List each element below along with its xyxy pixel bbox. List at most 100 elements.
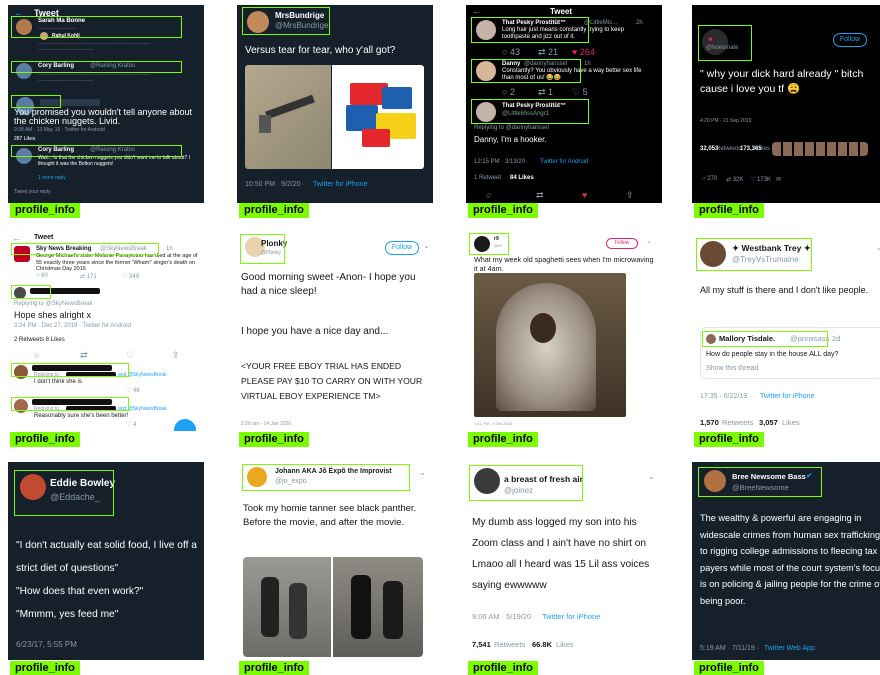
client-link[interactable]: Twitter for iPhone bbox=[760, 393, 814, 400]
like-count[interactable]: ♡ 4 bbox=[126, 421, 136, 428]
follow-button[interactable]: Follow bbox=[385, 241, 419, 255]
profile-highlight bbox=[698, 467, 822, 497]
like-icon[interactable]: ♡ bbox=[126, 350, 134, 361]
likes-label: Likes bbox=[756, 146, 771, 152]
profile-info-label: profile_info bbox=[468, 432, 538, 447]
likes-count[interactable]: 66.8K bbox=[532, 640, 552, 649]
reply-count[interactable]: ○ 43 bbox=[502, 47, 520, 57]
chevron-down-icon[interactable]: ⌄ bbox=[423, 241, 430, 250]
reply-text: Reasonably sure she's been better! bbox=[34, 413, 129, 419]
chevron-down-icon[interactable]: ⌄ bbox=[646, 237, 652, 245]
profile-highlight bbox=[11, 243, 159, 255]
profile-info-label: profile_info bbox=[10, 661, 80, 675]
quote-line-2: "How does that even work?" bbox=[16, 586, 144, 597]
likes-label: Likes bbox=[782, 418, 800, 427]
retweets-count[interactable]: 7,541 bbox=[472, 640, 491, 649]
chevron-down-icon[interactable]: ⌄ bbox=[648, 472, 655, 481]
page-header: Tweet bbox=[34, 234, 54, 241]
tweet-card-2: MrsBundrige @MrsBundrige Versus tear for… bbox=[237, 5, 433, 203]
retweet-like-stats[interactable]: 2 Retweets 8 Likes bbox=[14, 337, 65, 343]
retweet-count[interactable]: ⇄ 171 bbox=[80, 273, 97, 280]
show-more-link[interactable]: 1 more reply bbox=[38, 175, 66, 181]
share-icon[interactable]: ⇪ bbox=[626, 190, 634, 201]
like-count[interactable]: ♡ 5 bbox=[572, 87, 588, 98]
retweets-count[interactable]: 1 Retweet bbox=[474, 175, 501, 181]
quoted-text: How do people stay in the house ALL day? bbox=[706, 351, 839, 358]
likes-count[interactable]: 287 Likes bbox=[14, 136, 35, 142]
retweet-icon[interactable]: ⇄ bbox=[536, 190, 544, 201]
profile-info-label: profile_info bbox=[10, 203, 80, 218]
like-count[interactable]: ♥ 264 bbox=[572, 47, 595, 57]
replying-to[interactable]: Replying to @SkyNewsBreak bbox=[14, 301, 92, 307]
show-thread-link[interactable]: Show this thread bbox=[706, 365, 758, 372]
likes-count[interactable]: 84 Likes bbox=[510, 175, 534, 181]
profile-info-label: profile_info bbox=[694, 203, 764, 218]
like-count[interactable]: ♡ 173K bbox=[750, 176, 771, 183]
tweet-card-9: Eddie Bowley @Eddache_ "I don't actually… bbox=[8, 462, 204, 660]
tweet-card-7: r9 @r9 Follow ⌄ What my week old spaghet… bbox=[466, 233, 662, 431]
page-header: Tweet bbox=[550, 7, 573, 16]
reply-count[interactable]: ○ 60 bbox=[36, 273, 48, 279]
follow-button[interactable]: Follow bbox=[606, 238, 638, 249]
reply-count[interactable]: ○ 2 bbox=[502, 87, 515, 97]
chevron-down-icon[interactable]: ⌄ bbox=[876, 243, 880, 252]
reply-text: I don't think she is bbox=[34, 379, 82, 385]
retweet-count[interactable]: ⇄ 21 bbox=[538, 47, 558, 58]
message-icon[interactable]: ✉ bbox=[776, 176, 781, 183]
tweet-paragraph-1: Good morning sweet -Anon- I hope you had… bbox=[241, 272, 416, 297]
profile-highlight bbox=[11, 95, 61, 108]
tweet-age: 1h bbox=[166, 246, 173, 252]
profile-highlight bbox=[14, 470, 114, 516]
tweet-text: What my week old spaghetti sees when I'm… bbox=[474, 255, 654, 273]
tweet-timestamp: 4:20 PM - 21 Sep 2019 bbox=[700, 118, 752, 124]
reply-count[interactable]: ○ 270 bbox=[702, 176, 717, 182]
like-count[interactable]: ♡ 349 bbox=[122, 273, 139, 280]
tweet-card-12: Bree Newsome Bass ✔ @BreeNewsome The wea… bbox=[692, 462, 880, 660]
main-tweet-text: Hope shes alright x bbox=[14, 310, 92, 320]
profile-highlight bbox=[471, 59, 581, 83]
profile-highlight bbox=[242, 464, 410, 491]
quote-line-1: "I don't actually eat solid food, I live… bbox=[16, 540, 197, 574]
main-tweet-text: Danny, I'm a hooker. bbox=[474, 135, 547, 144]
profile-highlight bbox=[469, 233, 509, 255]
reply-icon[interactable]: ○ bbox=[486, 190, 491, 200]
retweets-label: Retweets bbox=[722, 418, 754, 427]
tweet-card-5: ← Tweet Sky News Breaking @SkyNewsBreak … bbox=[8, 233, 204, 431]
reply-icon[interactable]: ○ bbox=[34, 350, 39, 360]
compose-fab-icon[interactable] bbox=[174, 419, 196, 431]
retweet-icon[interactable]: ⇄ bbox=[80, 350, 88, 361]
share-icon[interactable]: ⇪ bbox=[172, 350, 180, 361]
retweet-count[interactable]: ⇄ 1 bbox=[538, 87, 553, 98]
quote-line-3: "Mmmm, yes feed me" bbox=[16, 609, 119, 620]
profile-highlight bbox=[11, 285, 51, 299]
retweet-count[interactable]: ⇄ 32K bbox=[726, 176, 743, 183]
client-link[interactable]: Twitter for iPhone bbox=[313, 181, 367, 188]
profile-info-label: profile_info bbox=[468, 203, 538, 218]
profile-info-label: profile_info bbox=[239, 661, 309, 675]
likes-count[interactable]: 3,057 bbox=[759, 418, 778, 427]
replying-to[interactable]: Replying to @dannyhanssel bbox=[474, 125, 549, 131]
client-link[interactable]: Twitter for Android bbox=[540, 159, 588, 165]
profile-highlight bbox=[471, 17, 589, 43]
profile-info-label: profile_info bbox=[694, 661, 764, 675]
tweet-card-3: ← Tweet That Pesky Prostitüt™ @LittleMis… bbox=[466, 5, 662, 203]
back-arrow-icon[interactable]: ← bbox=[472, 6, 482, 17]
like-icon[interactable]: ♥ bbox=[582, 190, 587, 200]
tweet-card-10: Johann AKA Jõ Ëxpõ the Improvist @jo_exp… bbox=[237, 462, 433, 660]
retweeter-avatars[interactable] bbox=[772, 142, 868, 156]
tweet-text: The wealthy & powerful are engaging in w… bbox=[700, 513, 880, 606]
follow-button[interactable]: Follow bbox=[833, 33, 867, 47]
profile-highlight bbox=[11, 16, 182, 38]
chevron-down-icon[interactable]: ⌄ bbox=[419, 468, 426, 477]
back-arrow-icon[interactable]: ← bbox=[12, 233, 21, 243]
retweets-count[interactable]: 1,570 bbox=[700, 418, 719, 427]
like-count[interactable]: ♡ 46 bbox=[126, 387, 140, 394]
reply-input[interactable]: Tweet your reply bbox=[14, 189, 51, 195]
tweet-text: ........................................… bbox=[38, 40, 151, 52]
client-link[interactable]: Twitter Web App bbox=[764, 645, 815, 652]
tweet-timestamp: 10:50 PM · 9/2/20 · bbox=[245, 181, 305, 188]
client-link[interactable]: Twitter for iPhone bbox=[542, 612, 600, 621]
profile-highlight bbox=[240, 234, 285, 264]
profile-highlight bbox=[11, 363, 129, 377]
tweet-image-after bbox=[333, 557, 423, 657]
